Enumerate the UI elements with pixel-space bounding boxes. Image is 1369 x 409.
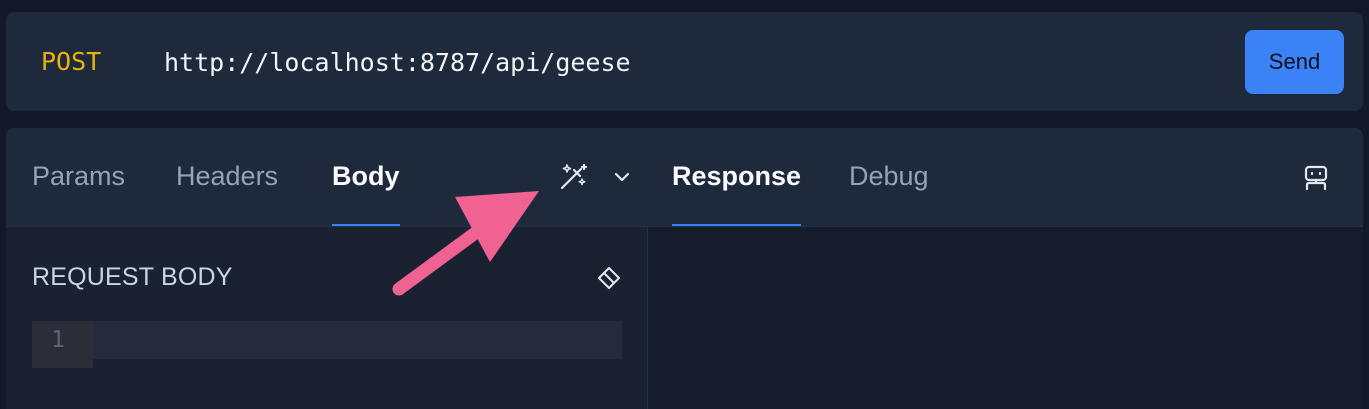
magic-wand-icon[interactable] bbox=[555, 159, 591, 195]
line-number: 1 bbox=[32, 321, 93, 368]
chevron-down-icon[interactable] bbox=[610, 165, 634, 189]
tab-body[interactable]: Body bbox=[332, 128, 400, 226]
tab-response[interactable]: Response bbox=[672, 128, 802, 226]
send-button[interactable]: Send bbox=[1245, 30, 1344, 94]
request-body-title: REQUEST BODY bbox=[32, 263, 233, 291]
tab-params[interactable]: Params bbox=[32, 128, 125, 226]
eraser-icon[interactable] bbox=[594, 263, 624, 293]
app-root: POST Send Params Headers Body bbox=[0, 0, 1369, 409]
tab-debug[interactable]: Debug bbox=[849, 128, 929, 226]
method-selector[interactable]: POST bbox=[41, 46, 101, 78]
response-pane bbox=[648, 227, 1363, 409]
robot-icon[interactable] bbox=[1299, 161, 1333, 195]
request-body-pane: REQUEST BODY 1 bbox=[6, 227, 648, 409]
request-bar: POST Send bbox=[6, 12, 1363, 111]
url-input[interactable] bbox=[164, 40, 1204, 84]
request-response-panel: Params Headers Body Response Debug REQUE… bbox=[6, 128, 1363, 409]
tab-headers[interactable]: Headers bbox=[176, 128, 278, 226]
tab-bar: Params Headers Body Response Debug bbox=[6, 128, 1363, 227]
code-editor[interactable]: 1 bbox=[32, 321, 622, 368]
